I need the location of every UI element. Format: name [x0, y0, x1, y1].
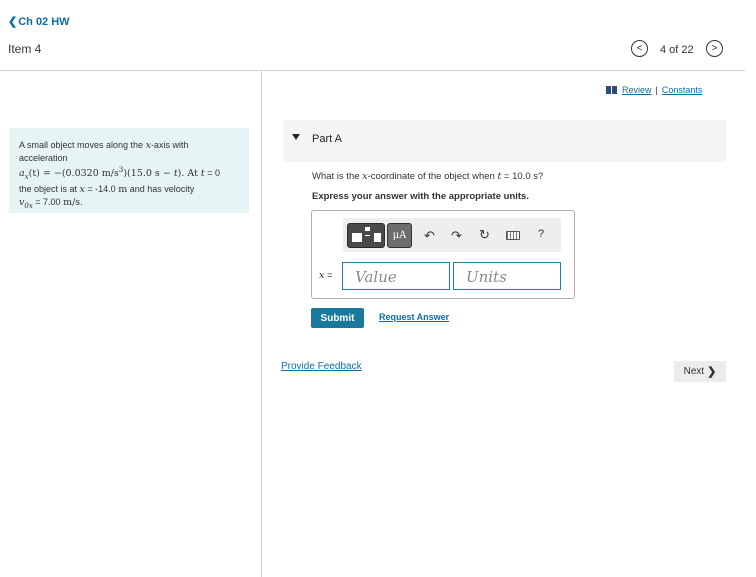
submit-button[interactable]: Submit	[311, 308, 364, 328]
next-button[interactable]: Next ❯	[674, 361, 726, 382]
undo-icon[interactable]: ↶	[424, 229, 435, 243]
header-divider	[0, 70, 745, 71]
part-a-header[interactable]	[283, 120, 726, 162]
help-icon[interactable]: ?	[538, 228, 544, 240]
question-text: What is the x-coordinate of the object w…	[312, 171, 544, 182]
units-input[interactable]	[453, 262, 561, 290]
answer-instruction: Express your answer with the appropriate…	[312, 191, 529, 202]
back-link-label: Ch 02 HW	[18, 15, 70, 28]
back-link[interactable]: ❮ Ch 02 HW	[8, 15, 70, 29]
answer-variable-label: x =	[319, 270, 333, 281]
review-link[interactable]: Review	[622, 85, 652, 95]
links-separator: |	[655, 85, 658, 95]
chevron-left-icon: <	[636, 43, 643, 54]
mu-icon[interactable]: μA	[387, 223, 412, 248]
problem-line-2: acceleration	[19, 153, 68, 163]
panel-divider	[261, 71, 262, 577]
request-answer-link[interactable]: Request Answer	[379, 312, 449, 322]
provide-feedback-link[interactable]: Provide Feedback	[281, 361, 362, 372]
next-button-label: Next	[683, 366, 705, 377]
pager-text: 4 of 22	[660, 44, 694, 56]
part-a-title: Part A	[312, 133, 342, 145]
chevron-left-icon: ❮	[8, 16, 18, 28]
chevron-right-icon: >	[711, 43, 718, 54]
chevron-right-icon: ❯	[707, 366, 717, 378]
keyboard-icon[interactable]	[506, 231, 520, 240]
problem-line-5: v0x = 7.00 m/s.	[19, 196, 83, 210]
item-title: Item 4	[8, 42, 42, 56]
problem-line-3: ax(t) = −(0.0320 m/s3)(15.0 s − t). At t…	[19, 166, 221, 181]
constants-link[interactable]: Constants	[662, 85, 703, 95]
templates-icon[interactable]	[347, 223, 385, 248]
next-item-button[interactable]: >	[706, 40, 723, 57]
review-constants-links: Review | Constants	[606, 85, 702, 95]
problem-line-4: the object is at x = -14.0 m and has vel…	[19, 183, 195, 195]
reset-icon[interactable]: ↻	[479, 228, 490, 242]
value-input[interactable]	[342, 262, 450, 290]
book-icon	[606, 86, 618, 94]
caret-down-icon[interactable]	[292, 134, 300, 140]
problem-line-1: A small object moves along the x-axis wi…	[19, 140, 189, 151]
previous-item-button[interactable]: <	[631, 40, 648, 57]
redo-icon[interactable]: ↷	[451, 229, 462, 243]
problem-statement: A small object moves along the x-axis wi…	[9, 128, 249, 213]
